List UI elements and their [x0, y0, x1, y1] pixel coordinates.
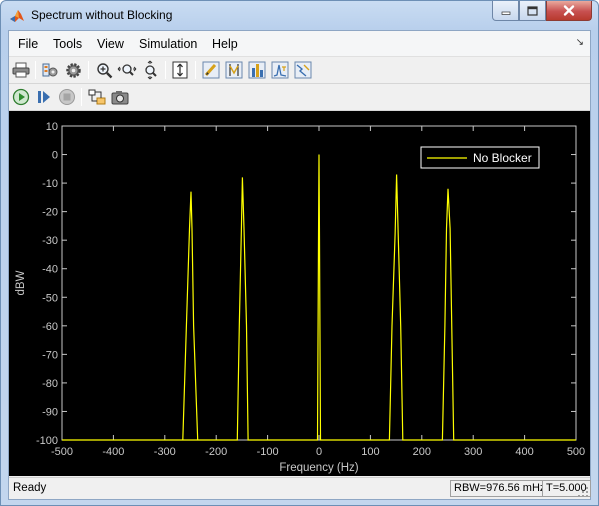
cursor-measure-button[interactable]: [224, 60, 244, 80]
peak-finder-button[interactable]: [247, 60, 267, 80]
window-title: Spectrum without Blocking: [31, 8, 173, 22]
print-icon: [12, 62, 30, 78]
y-tick-label: 0: [52, 150, 58, 162]
snapshot-button[interactable]: [110, 87, 130, 107]
x-tick-label: -200: [205, 446, 227, 458]
stop-icon: [59, 89, 75, 105]
measurements-icon: [202, 61, 220, 79]
settings-gear-icon: [65, 62, 81, 78]
channel-measure-icon: [271, 61, 289, 79]
scale-axes-icon: [172, 61, 188, 79]
x-tick-label: -500: [51, 446, 73, 458]
y-tick-label: -90: [42, 406, 58, 418]
print-button[interactable]: [11, 60, 31, 80]
close-icon: [563, 5, 575, 16]
x-tick-label: 500: [567, 446, 585, 458]
y-tick-label: -70: [42, 349, 58, 361]
y-tick-label: -30: [42, 235, 58, 247]
y-tick-label: -60: [42, 321, 58, 333]
status-ready: Ready: [13, 482, 47, 494]
figure-client-area: File Tools View Simulation Help ↘ -500 -…: [8, 30, 591, 500]
measurements-button[interactable]: [201, 60, 221, 80]
run-icon: [12, 88, 30, 106]
snapshot-icon: [111, 91, 129, 105]
status-bar: Ready RBW=976.56 mHz T=5.000: [9, 477, 591, 499]
menu-file[interactable]: File: [18, 37, 38, 51]
y-tick-label: -10: [42, 178, 58, 190]
legend-label: No Blocker: [473, 151, 532, 165]
scale-axes-button[interactable]: [170, 60, 190, 80]
app-window: Spectrum without Blocking File Tools Vie…: [0, 0, 599, 506]
zoom-x-icon: [117, 63, 137, 76]
resize-grip-icon[interactable]: [577, 486, 589, 498]
maximize-icon: [527, 5, 538, 16]
x-tick-label: 200: [413, 446, 431, 458]
toolbar-main: [9, 57, 590, 84]
maximize-button[interactable]: [519, 1, 546, 21]
toolbar-simulation: [9, 84, 590, 111]
highlight-block-icon: [88, 89, 106, 105]
x-tick-label: 100: [361, 446, 379, 458]
run-button[interactable]: [11, 87, 31, 107]
distortion-measure-button[interactable]: [293, 60, 313, 80]
menu-help[interactable]: Help: [212, 37, 238, 51]
parameters-icon: [42, 63, 58, 77]
zoom-in-button[interactable]: [94, 60, 114, 80]
matlab-logo-icon: [10, 10, 24, 22]
x-axis-title: Frequency (Hz): [279, 462, 358, 474]
peak-finder-icon: [248, 61, 266, 79]
distortion-measure-icon: [294, 61, 312, 79]
y-tick-label: -20: [42, 207, 58, 219]
x-tick-label: 0: [316, 446, 322, 458]
y-tick-label: -40: [42, 264, 58, 276]
stop-button[interactable]: [57, 87, 77, 107]
x-tick-label: 400: [515, 446, 533, 458]
minimize-button[interactable]: [492, 1, 519, 21]
y-tick-label: 10: [46, 121, 58, 133]
cursor-measure-icon: [225, 61, 243, 79]
spectrum-chart: -500 -400 -300 -200 -100 0 100 200 300 400 500100-…: [15, 121, 585, 474]
y-tick-label: -80: [42, 378, 58, 390]
close-button[interactable]: [546, 1, 592, 21]
spectrum-plot-area[interactable]: -500 -400 -300 -200 -100 0 100 200 300 400 500 10 0-…: [9, 111, 590, 476]
highlight-block-button[interactable]: [87, 87, 107, 107]
zoom-x-button[interactable]: [117, 60, 137, 80]
x-tick-label: -100: [257, 446, 279, 458]
menu-simulation[interactable]: Simulation: [139, 37, 197, 51]
x-tick-label: 300: [464, 446, 482, 458]
title-bar[interactable]: Spectrum without Blocking: [1, 1, 598, 31]
dock-arrow-icon[interactable]: ↘: [576, 37, 584, 48]
status-rbw: RBW=976.56 mHz: [450, 480, 550, 497]
parameters-button[interactable]: [40, 60, 60, 80]
step-forward-button[interactable]: [34, 87, 54, 107]
y-axis-title: dBW: [15, 270, 27, 295]
zoom-y-button[interactable]: [140, 60, 160, 80]
channel-measure-button[interactable]: [270, 60, 290, 80]
menu-tools[interactable]: Tools: [53, 37, 82, 51]
y-tick-label: -100: [36, 435, 58, 447]
zoom-in-icon: [96, 62, 112, 78]
x-tick-label: -400: [102, 446, 124, 458]
x-tick-label: -300: [154, 446, 176, 458]
minimize-icon: [501, 11, 510, 15]
zoom-y-icon: [144, 60, 157, 80]
step-forward-icon: [38, 91, 50, 103]
y-tick-label: -50: [42, 292, 58, 304]
menu-view[interactable]: View: [97, 37, 124, 51]
settings-button[interactable]: [63, 60, 83, 80]
menu-bar: File Tools View Simulation Help ↘: [9, 31, 590, 57]
